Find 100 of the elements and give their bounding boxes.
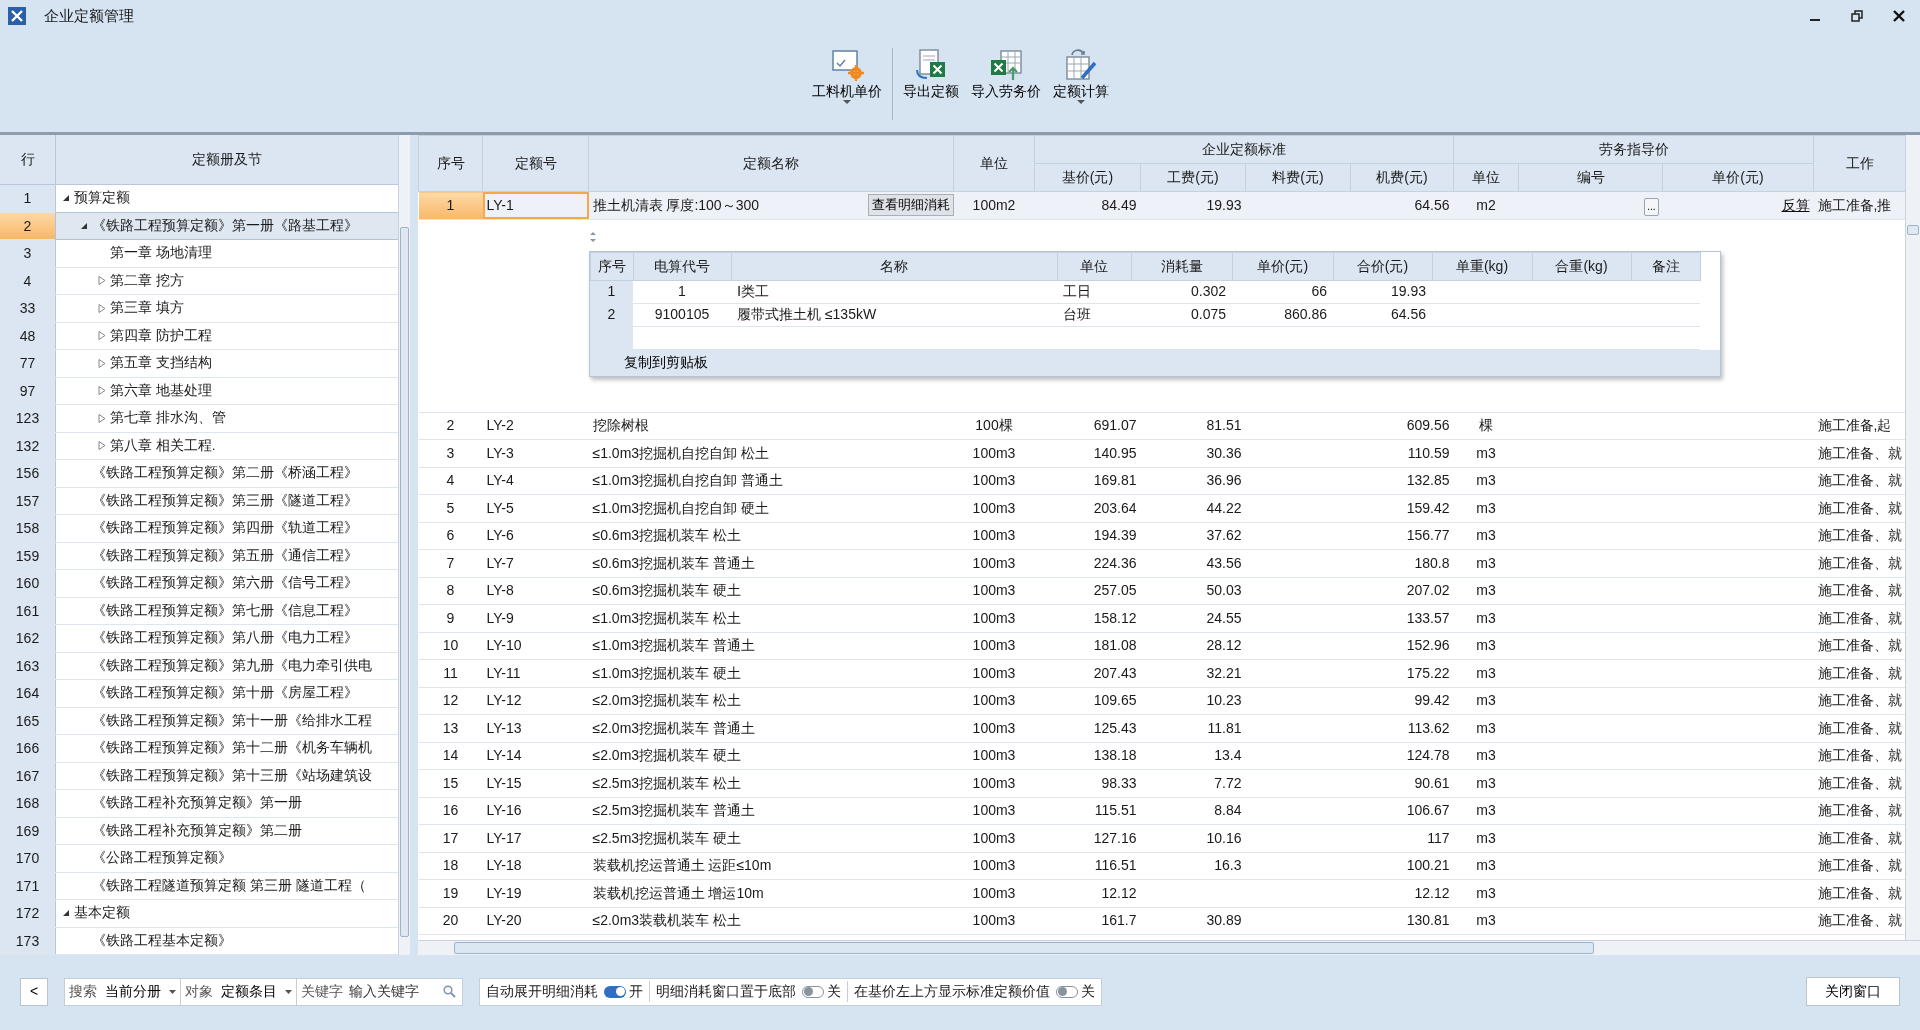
tree-row[interactable]: 156 《铁路工程预算定额》第二册《桥涵工程》: [0, 460, 398, 488]
row-number: 48: [0, 322, 56, 349]
table-cell: 66: [1311, 283, 1327, 299]
tree-row[interactable]: 159 《铁路工程预算定额》第五册《通信工程》: [0, 542, 398, 570]
expanded-triangle-icon[interactable]: [62, 909, 70, 918]
table-cell: 99.42: [1414, 692, 1450, 709]
tree-row[interactable]: 160 《铁路工程预算定额》第六册《信号工程》: [0, 570, 398, 598]
tree-row[interactable]: 166 《铁路工程预算定额》第十二册《机务车辆机: [0, 735, 398, 763]
table-row[interactable]: 15 LY-15 ≤2.5m3挖掘机装车 松土 100m3 98.33 7.72 90.61 m3 施工准备、就: [418, 769, 1905, 797]
reverse-calc-link[interactable]: 反算: [1781, 194, 1810, 216]
tree-row[interactable]: 173 《铁路工程基本定额》: [0, 927, 398, 955]
toggle-switch[interactable]: [1056, 985, 1078, 998]
vertical-scrollbar[interactable]: [1905, 135, 1920, 940]
collapsed-triangle-icon[interactable]: [98, 441, 106, 451]
table-row[interactable]: 2 LY-2 挖除树根 100棵 691.07 81.51 609.56 棵 施工准备,起: [418, 412, 1905, 440]
collapsed-triangle-icon[interactable]: [98, 303, 106, 313]
tree-item-label: 第二章 挖方: [110, 271, 184, 290]
table-cell: m3: [1476, 747, 1496, 764]
tree-row[interactable]: 158 《铁路工程预算定额》第四册《轨道工程》: [0, 515, 398, 543]
toolbar-button[interactable]: 定额计算: [1046, 48, 1115, 105]
tree-row[interactable]: 170 《公路工程预算定额》: [0, 845, 398, 873]
tree-row[interactable]: 167 《铁路工程预算定额》第十三册《站场建筑设: [0, 762, 398, 790]
tree-row[interactable]: 163 《铁路工程预算定额》第九册《电力牵引供电: [0, 652, 398, 680]
tree-row[interactable]: 168 《铁路工程补充预算定额》第一册: [0, 790, 398, 818]
table-row[interactable]: 4 LY-4 ≤1.0m3挖掘机自挖自卸 普通土 100m3 169.81 36.96 132.85 m3 施工准备、就: [418, 467, 1905, 495]
view-details-button[interactable]: 查看明细消耗: [867, 194, 954, 216]
ellipsis-button[interactable]: ...: [1644, 198, 1659, 217]
table-cell: 3: [446, 444, 455, 461]
toolbar-button[interactable]: 导入劳务价: [964, 48, 1047, 105]
toggle-switch[interactable]: [802, 985, 824, 998]
table-row[interactable]: 3 LY-3 ≤1.0m3挖掘机自挖自卸 松土 100m3 140.95 30.36 110.59 m3 施工准备、就: [418, 439, 1905, 467]
collapsed-triangle-icon[interactable]: [98, 413, 106, 423]
close-window-button[interactable]: 关闭窗口: [1806, 977, 1900, 1006]
tree-row[interactable]: 3 第一章 场地清理: [0, 240, 398, 268]
tree-row[interactable]: 132 第八章 相关工程.: [0, 432, 398, 460]
table-row[interactable]: 6 LY-6 ≤0.6m3挖掘机装车 松土 100m3 194.39 37.62 156.77 m3 施工准备、就: [418, 522, 1905, 550]
tree-row[interactable]: 162 《铁路工程预算定额》第八册《电力工程》: [0, 625, 398, 653]
tree-row[interactable]: 157 《铁路工程预算定额》第三册《隧道工程》: [0, 487, 398, 515]
table-row[interactable]: 14 LY-14 ≤2.0m3挖掘机装车 硬土 100m3 138.18 13.4 124.78 m3 施工准备、就: [418, 742, 1905, 770]
tree-item-label: 《铁路工程预算定额》第二册《桥涵工程》: [92, 464, 358, 483]
collapsed-triangle-icon[interactable]: [98, 331, 106, 341]
table-row[interactable]: 7 LY-7 ≤0.6m3挖掘机装车 普通土 100m3 224.36 43.56 180.8 m3 施工准备、就: [418, 549, 1905, 577]
table-cell: 6: [446, 527, 455, 544]
scrollbar-thumb[interactable]: [400, 227, 409, 937]
table-row[interactable]: 12 LY-12 ≤2.0m3挖掘机装车 松土 100m3 109.65 10.23 99.42 m3 施工准备、就: [418, 687, 1905, 715]
tree-row[interactable]: 48 第四章 防护工程: [0, 322, 398, 350]
row-number: 161: [0, 597, 56, 624]
table-row[interactable]: 13 LY-13 ≤2.0m3挖掘机装车 普通土 100m3 125.43 11.81 113.62 m3 施工准备、就: [418, 714, 1905, 742]
dropdown[interactable]: 定额条目: [217, 978, 297, 1005]
table-row[interactable]: 20 LY-20 ≤2.0m3装载机装车 松土 100m3 161.7 30.89 130.81 m3 施工准备、就: [418, 907, 1905, 935]
collapsed-triangle-icon[interactable]: [98, 358, 106, 368]
toolbar-button[interactable]: 工料机单价: [805, 48, 888, 105]
table-row[interactable]: 1 LY-1 推土机清表 厚度:100～300 查看明细消耗 100m2 84.49 19.93 64.56 m2 ... 反算 施工准备,推: [418, 191, 1905, 219]
toolbar-button[interactable]: 导出定额: [896, 48, 965, 105]
vertical-scrollbar[interactable]: [398, 135, 410, 955]
scrollbar-thumb[interactable]: [454, 942, 1594, 954]
table-cell: 施工准备、就: [1817, 884, 1902, 901]
table-row[interactable]: 16 LY-16 ≤2.5m3挖掘机装车 普通土 100m3 115.51 8.84 106.67 m3 施工准备、就: [418, 797, 1905, 825]
table-row[interactable]: 10 LY-10 ≤1.0m3挖掘机装车 普通土 100m3 181.08 28.12 152.96 m3 施工准备、就: [418, 632, 1905, 660]
table-row[interactable]: 17 LY-17 ≤2.5m3挖掘机装车 硬土 100m3 127.16 10.16 117 m3 施工准备、就: [418, 824, 1905, 852]
table-cell: 施工准备、就: [1817, 637, 1902, 654]
table-row[interactable]: 8 LY-8 ≤0.6m3挖掘机装车 硬土 100m3 257.05 50.03 207.02 m3 施工准备、就: [418, 577, 1905, 605]
table-cell: 10.16: [1206, 829, 1242, 846]
tree-row[interactable]: 161 《铁路工程预算定额》第七册《信息工程》: [0, 597, 398, 625]
tree-row[interactable]: 171 《铁路工程隧道预算定额 第三册 隧道工程（: [0, 872, 398, 900]
scrollbar-thumb[interactable]: [1907, 225, 1919, 235]
horizontal-scrollbar[interactable]: [418, 940, 1920, 955]
dropdown[interactable]: 当前分册: [101, 978, 181, 1005]
table-row[interactable]: 9 LY-9 ≤1.0m3挖掘机装车 松土 100m3 158.12 24.55 133.57 m3 施工准备、就: [418, 604, 1905, 632]
table-row[interactable]: 11 LY-11 ≤1.0m3挖掘机装车 硬土 100m3 207.43 32.21 175.22 m3 施工准备、就: [418, 659, 1905, 687]
tree-row[interactable]: 172 基本定额: [0, 900, 398, 928]
table-cell: 8: [446, 582, 455, 599]
tree-row[interactable]: 169 《铁路工程补充预算定额》第二册: [0, 817, 398, 845]
tree-row[interactable]: 77 第五章 支挡结构: [0, 350, 398, 378]
table-row[interactable]: 19 LY-19 装载机挖运普通土 增运10m 100m3 12.12 12.12 m3 施工准备、就: [418, 879, 1905, 907]
search-icon[interactable]: [443, 985, 456, 998]
tree-row[interactable]: 97 第六章 地基处理: [0, 377, 398, 405]
resize-handle-icon[interactable]: [588, 231, 597, 242]
table-cell: m3: [1476, 774, 1496, 791]
table-cell: 116.51: [1094, 857, 1137, 874]
table-cell: 169.81: [1093, 472, 1137, 489]
table-row[interactable]: 5 LY-5 ≤1.0m3挖掘机自挖自卸 硬土 100m3 203.64 44.22 159.42 m3 施工准备、就: [418, 494, 1905, 522]
toggle-switch[interactable]: [604, 985, 626, 998]
collapsed-triangle-icon[interactable]: [98, 276, 106, 286]
tree-row[interactable]: 4 第二章 挖方: [0, 267, 398, 295]
tree-row[interactable]: 123 第七章 排水沟、管: [0, 405, 398, 433]
table-row[interactable]: 18 LY-18 装载机挖运普通土 运距≤10m 100m3 116.51 16.3 100.21 m3 施工准备、就: [418, 852, 1905, 880]
table-cell: ≤0.6m3挖掘机装车 硬土: [592, 582, 741, 599]
back-button[interactable]: <: [20, 977, 48, 1006]
tree-row[interactable]: 165 《铁路工程预算定额》第十一册《给排水工程: [0, 707, 398, 735]
expanded-triangle-icon[interactable]: [62, 194, 70, 203]
expanded-triangle-icon[interactable]: [80, 221, 88, 230]
tree-row[interactable]: 33 第三章 填方: [0, 295, 398, 323]
copy-to-clipboard-button[interactable]: 复制到剪贴板: [623, 352, 708, 373]
collapsed-triangle-icon[interactable]: [98, 386, 106, 396]
table-cell: 12.12: [1101, 884, 1137, 901]
tree-item-label: 《铁路工程预算定额》第七册《信息工程》: [92, 601, 358, 620]
tree-row[interactable]: 164 《铁路工程预算定额》第十册《房屋工程》: [0, 680, 398, 708]
table-cell: 100m3: [972, 444, 1016, 461]
table-cell: Ⅰ类工: [737, 283, 769, 299]
